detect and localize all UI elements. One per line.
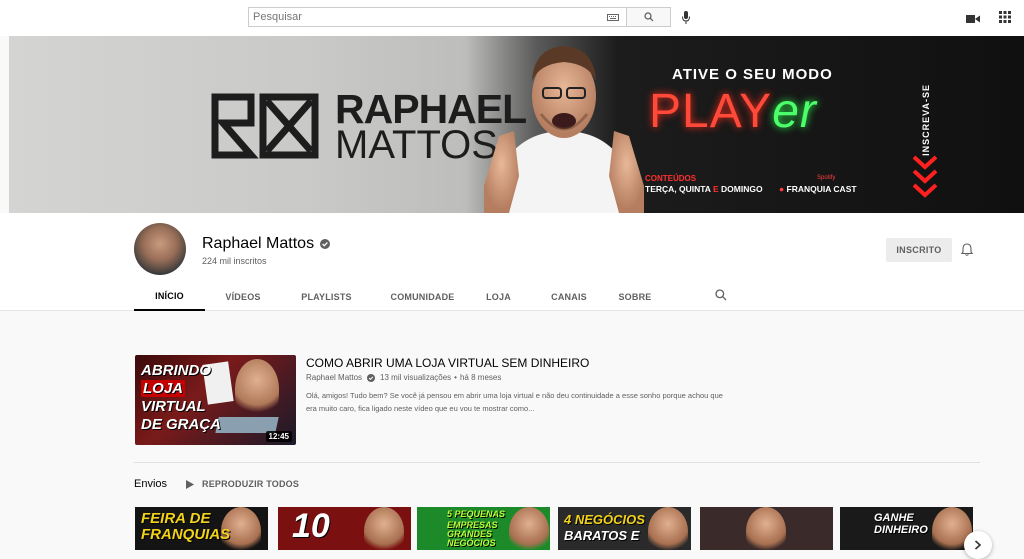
channel-avatar[interactable] [134, 223, 186, 275]
microphone-icon[interactable] [680, 9, 692, 25]
thumb-text-line3: VIRTUAL [141, 398, 206, 415]
tab-sobre[interactable]: SOBRE [614, 283, 656, 311]
mic-small-icon: ● [779, 184, 785, 194]
thumb-text-line1: 4 NEGÓCIOS [564, 512, 645, 527]
video-thumbnail[interactable]: 4 NEGÓCIOS BARATOS E [558, 507, 691, 550]
featured-video-title[interactable]: COMO ABRIR UMA LOJA VIRTUAL SEM DINHEIRO [306, 356, 589, 370]
play-all-button[interactable]: REPRODUZIR TODOS [186, 479, 299, 489]
banner-person-image [484, 46, 644, 213]
tab-inicio[interactable]: INÍCIO [134, 283, 205, 311]
section-divider [134, 462, 980, 463]
video-thumbnail[interactable] [700, 507, 833, 550]
subscribed-button[interactable]: INSCRITO [886, 238, 952, 262]
verified-icon [320, 239, 330, 249]
channel-logo-icon [211, 93, 319, 159]
search-box [248, 7, 671, 27]
video-thumbnail[interactable]: FEIRA DE FRANQUIAS [135, 507, 268, 550]
channel-search-icon[interactable] [715, 289, 727, 301]
thumb-text-line2: DINHEIRO [874, 524, 928, 536]
tab-comunidade[interactable]: COMUNIDADE [372, 283, 473, 311]
banner-cast: ● FRANQUIA CAST [779, 184, 857, 194]
search-icon [643, 12, 653, 22]
channel-header: Raphael Mattos 224 mil inscritos INSCRIT… [0, 213, 1024, 311]
featured-video-meta: Raphael Mattos 13 mil visualizações • há… [306, 373, 501, 382]
featured-video-thumbnail[interactable]: ABRINDO LOJA VIRTUAL DE GRAÇA 12:45 [135, 355, 296, 445]
player-main-text: PLAY [649, 85, 773, 138]
top-bar [0, 0, 1024, 36]
tab-videos[interactable]: VÍDEOS [205, 283, 281, 311]
banner-name-line2: MATTOS [335, 123, 498, 167]
schedule-sunday: DOMINGO [718, 184, 763, 194]
spotify-label: Spotify [817, 175, 836, 181]
chevrons-down-icon [912, 155, 938, 198]
video-duration: 12:45 [265, 431, 292, 442]
player-accent-text: er [772, 85, 817, 138]
featured-video-description: Olá, amigos! Tudo bem? Se você já pensou… [306, 391, 723, 413]
thumb-person-image [509, 507, 549, 550]
tab-loja[interactable]: LOJA [473, 283, 524, 311]
thumb-person-image [235, 359, 279, 419]
cast-label: FRANQUIA CAST [786, 184, 857, 194]
thumb-person-image [746, 507, 786, 550]
featured-age: há 8 meses [459, 373, 502, 382]
uploads-shelf: FEIRA DE FRANQUIAS 10 5 PEQUENAS EMPRESA… [135, 507, 975, 550]
keyboard-icon[interactable] [600, 8, 626, 26]
thumb-text-line2: FRANQUIAS [141, 526, 231, 543]
search-input[interactable] [249, 8, 600, 26]
schedule-days: TERÇA, QUINTA [645, 184, 713, 194]
apps-grid-icon[interactable] [999, 10, 1011, 28]
chevron-right-icon [974, 540, 982, 550]
create-video-icon[interactable] [966, 11, 980, 29]
thumb-text-line1: FEIRA DE [141, 510, 211, 527]
tab-playlists[interactable]: PLAYLISTS [281, 283, 372, 311]
shelf-title[interactable]: Envios [134, 478, 167, 490]
video-thumbnail[interactable]: 10 [278, 507, 411, 550]
banner-schedule: TERÇA, QUINTA E DOMINGO [645, 184, 763, 194]
play-icon [186, 479, 194, 489]
tab-canais[interactable]: CANAIS [524, 283, 614, 311]
shelf-next-button[interactable] [964, 531, 992, 559]
thumb-text-line2-inner: LOJA [141, 380, 186, 397]
thumb-person-image [648, 507, 688, 550]
banner-conteudos: CONTEÚDOS [645, 174, 697, 183]
featured-channel-link[interactable]: Raphael Mattos [306, 373, 362, 382]
channel-banner: RAPHAEL MATTOS ATIVE O SEU MODO PLAYer C… [9, 36, 1024, 213]
video-thumbnail[interactable]: 5 PEQUENAS EMPRESAS GRANDES NEGÓCIOS [417, 507, 550, 550]
search-button[interactable] [626, 8, 670, 26]
thumb-text-line1: GANHE [874, 512, 914, 524]
thumb-text-line1: 5 PEQUENAS [447, 509, 506, 519]
thumb-text-line2: LOJA [141, 380, 186, 397]
play-all-label: REPRODUZIR TODOS [202, 479, 300, 489]
thumb-text-line4: DE GRAÇA [141, 416, 222, 433]
thumb-text-line1: ABRINDO [141, 362, 211, 379]
thumb-person-image [364, 507, 404, 550]
banner-player-text: PLAYer [649, 84, 817, 139]
banner-tagline: ATIVE O SEU MODO [672, 66, 833, 83]
meta-separator: • [454, 373, 457, 382]
featured-views: 13 mil visualizações [380, 373, 452, 382]
thumb-text-line1: 10 [292, 507, 330, 545]
thumb-text-line2: EMPRESAS GRANDES NEGÓCIOS [447, 520, 498, 548]
channel-name: Raphael Mattos [202, 235, 315, 252]
verified-small-icon [367, 373, 376, 382]
notification-bell-icon[interactable] [961, 243, 973, 256]
subscriber-count: 224 mil inscritos [202, 256, 267, 266]
banner-inscreva: INSCREVA-SE [921, 84, 931, 156]
video-thumbnail[interactable]: GANHE DINHEIRO [840, 507, 973, 550]
thumb-text-line2: BARATOS E [564, 528, 640, 543]
channel-tabs: INÍCIO VÍDEOS PLAYLISTS COMUNIDADE LOJA … [134, 283, 656, 311]
